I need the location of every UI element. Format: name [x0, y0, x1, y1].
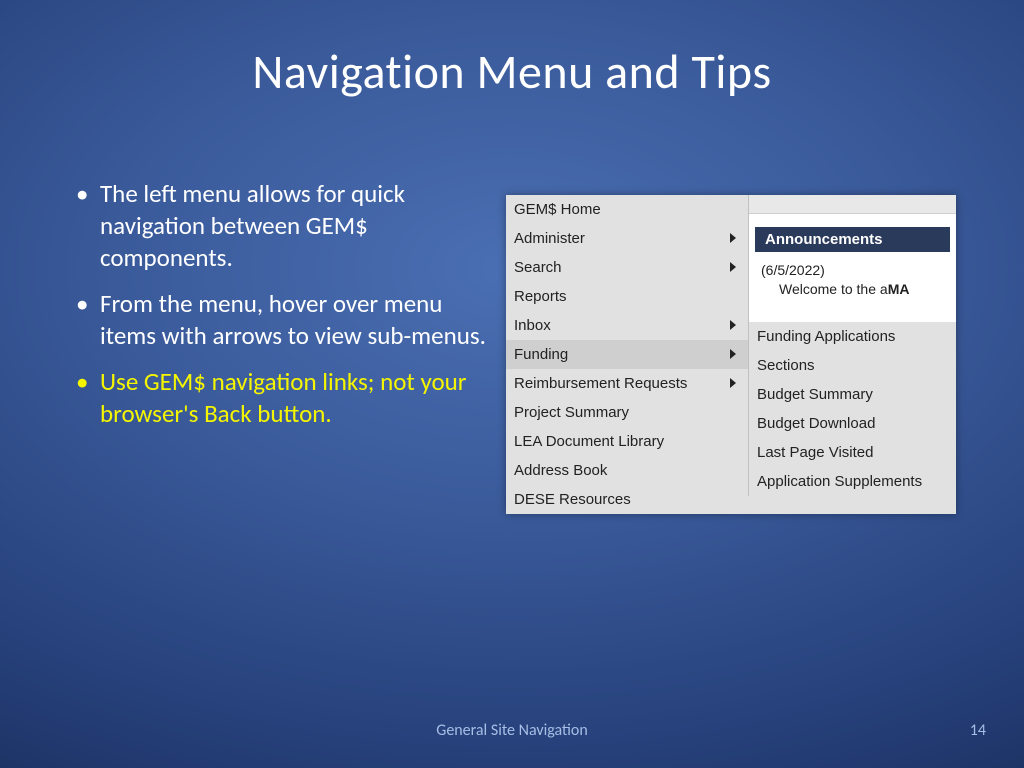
- nav-menu-item[interactable]: Inbox: [506, 311, 748, 340]
- nav-menu-label: Search: [514, 259, 562, 276]
- nav-menu-label: Funding: [514, 346, 568, 363]
- nav-menu-label: Reimbursement Requests: [514, 375, 687, 392]
- nav-menu-right: Announcements (6/5/2022) Welcome to the …: [748, 195, 956, 514]
- nav-menu-item[interactable]: LEA Document Library: [506, 427, 748, 456]
- announcements-header: Announcements: [755, 227, 950, 252]
- announcements-body: (6/5/2022) Welcome to the aMA: [755, 257, 956, 303]
- nav-menu-label: LEA Document Library: [514, 433, 664, 450]
- slide-title: Navigation Menu and Tips: [0, 42, 1024, 101]
- submenu: Funding ApplicationsSectionsBudget Summa…: [748, 322, 956, 496]
- nav-menu-label: Reports: [514, 288, 567, 305]
- bullet-item: Use GEM$ navigation links; not your brow…: [72, 366, 492, 430]
- nav-menu-label: DESE Resources: [514, 491, 631, 508]
- submenu-item[interactable]: Funding Applications: [749, 322, 956, 351]
- submenu-arrow-icon: [730, 262, 736, 272]
- nav-menu-item[interactable]: Administer: [506, 224, 748, 253]
- page-number: 14: [970, 721, 986, 740]
- nav-menu-item[interactable]: DESE Resources: [506, 485, 748, 514]
- nav-menu-item[interactable]: Search: [506, 253, 748, 282]
- submenu-item[interactable]: Application Supplements: [749, 467, 956, 496]
- submenu-item[interactable]: Budget Download: [749, 409, 956, 438]
- nav-menu-label: Administer: [514, 230, 585, 247]
- bullet-list: The left menu allows for quick navigatio…: [72, 178, 492, 444]
- announcements-panel: Announcements (6/5/2022) Welcome to the …: [748, 195, 956, 322]
- submenu-arrow-icon: [730, 378, 736, 388]
- nav-menu-item[interactable]: GEM$ Home: [506, 195, 748, 224]
- announcement-date: (6/5/2022): [761, 261, 954, 280]
- nav-menu-left: GEM$ Home Administer Search Reports Inbox Fun…: [506, 195, 748, 514]
- submenu-arrow-icon: [730, 349, 736, 359]
- announcement-text: Welcome to the aMA: [761, 280, 954, 299]
- submenu-arrow-icon: [730, 320, 736, 330]
- nav-menu-item[interactable]: Reports: [506, 282, 748, 311]
- footer-label: General Site Navigation: [0, 721, 1024, 740]
- bullet-item: From the menu, hover over menu items wit…: [72, 288, 492, 352]
- submenu-item[interactable]: Last Page Visited: [749, 438, 956, 467]
- slide: Navigation Menu and Tips The left menu a…: [0, 0, 1024, 768]
- submenu-arrow-icon: [730, 233, 736, 243]
- nav-menu-label: Inbox: [514, 317, 551, 334]
- bullet-item: The left menu allows for quick navigatio…: [72, 178, 492, 274]
- menu-screenshot: GEM$ Home Administer Search Reports Inbox Fun…: [506, 195, 956, 514]
- nav-menu-item[interactable]: Reimbursement Requests: [506, 369, 748, 398]
- content-top-strip: [749, 195, 956, 214]
- nav-menu-label: Project Summary: [514, 404, 629, 421]
- nav-menu-item[interactable]: Project Summary: [506, 398, 748, 427]
- submenu-item[interactable]: Sections: [749, 351, 956, 380]
- nav-menu-item[interactable]: Address Book: [506, 456, 748, 485]
- nav-menu-label: Address Book: [514, 462, 607, 479]
- nav-menu-label: GEM$ Home: [514, 201, 601, 218]
- nav-menu-item[interactable]: Funding: [506, 340, 748, 369]
- submenu-item[interactable]: Budget Summary: [749, 380, 956, 409]
